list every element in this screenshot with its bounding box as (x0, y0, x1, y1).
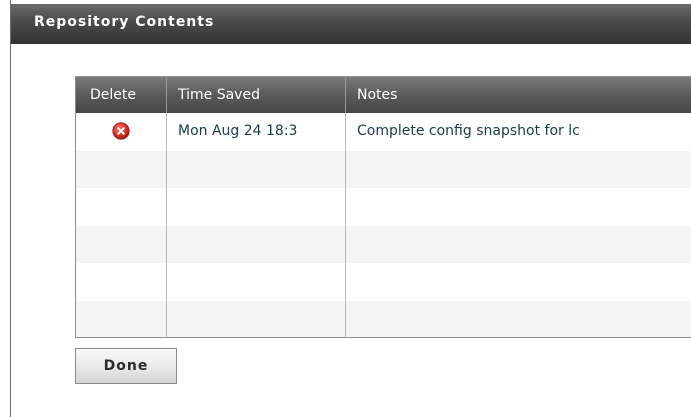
column-header-delete[interactable]: Delete (76, 77, 167, 113)
table-row-empty (76, 263, 691, 301)
delete-circle-icon[interactable] (112, 122, 130, 140)
delete-cell (76, 113, 166, 150)
column-header-time-saved[interactable]: Time Saved (167, 77, 346, 113)
repository-table: Delete Time Saved Notes Mon Aug 24 18:3 … (75, 76, 691, 338)
table-row-empty (76, 150, 691, 188)
table-body: Mon Aug 24 18:3 Complete config snapshot… (76, 113, 691, 337)
dialog-titlebar: Repository Contents (11, 4, 691, 44)
column-divider (166, 113, 167, 337)
dialog-title: Repository Contents (34, 14, 215, 30)
done-button[interactable]: Done (75, 348, 177, 384)
table-header: Delete Time Saved Notes (76, 77, 691, 113)
table-row-empty (76, 188, 691, 226)
column-header-notes[interactable]: Notes (346, 77, 691, 113)
time-saved-cell: Mon Aug 24 18:3 (178, 123, 298, 139)
notes-cell: Complete config snapshot for lc (357, 123, 580, 139)
table-row[interactable]: Mon Aug 24 18:3 Complete config snapshot… (76, 113, 691, 151)
table-row-empty (76, 225, 691, 263)
repository-contents-dialog: Repository Contents Delete Time Saved No… (10, 0, 691, 417)
table-row-empty (76, 300, 691, 337)
column-divider (345, 113, 346, 337)
